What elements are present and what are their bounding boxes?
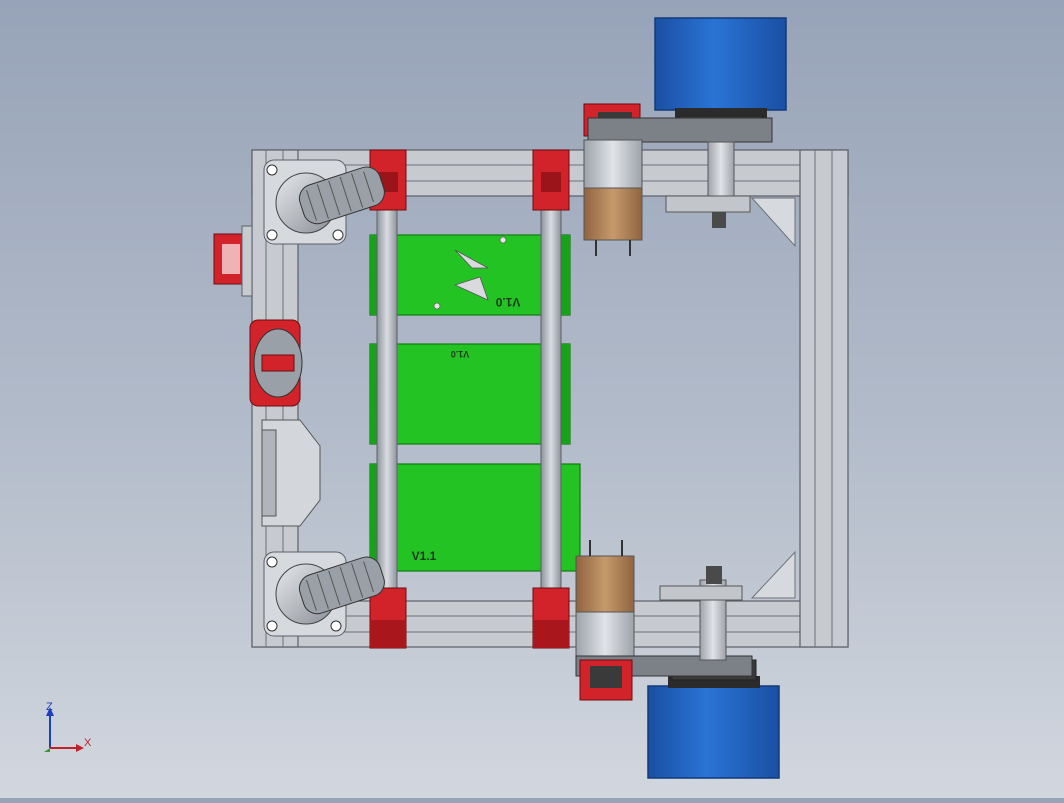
board-label-bottom: V1.1 xyxy=(412,549,437,563)
pcb-board-top[interactable]: V1.0 xyxy=(369,234,571,316)
pcb-board-middle[interactable]: V1.0 xyxy=(369,343,571,445)
axis-z-label: Z xyxy=(46,701,53,713)
caster-wheel-top[interactable] xyxy=(263,159,388,245)
side-clip-red[interactable] xyxy=(213,225,253,297)
axis-triad: Z X xyxy=(44,701,92,752)
board-label-top: V1.0 xyxy=(495,295,520,309)
rod-bracket-bottom-right[interactable] xyxy=(532,587,570,649)
rod-bracket-top-right[interactable] xyxy=(532,149,570,211)
support-rod-right[interactable] xyxy=(540,195,562,605)
cad-viewport[interactable]: V1.0 V1.0 V1.1 Z X xyxy=(0,0,1064,798)
sensor-housing[interactable] xyxy=(261,419,321,527)
board-label-middle: V1.0 xyxy=(451,349,470,359)
ball-caster-housing[interactable] xyxy=(249,319,303,407)
axis-x-label: X xyxy=(84,737,92,749)
rod-bracket-bottom-left[interactable] xyxy=(369,587,407,649)
drive-wheel-bottom[interactable] xyxy=(647,659,780,779)
support-rod-left[interactable] xyxy=(376,195,398,605)
